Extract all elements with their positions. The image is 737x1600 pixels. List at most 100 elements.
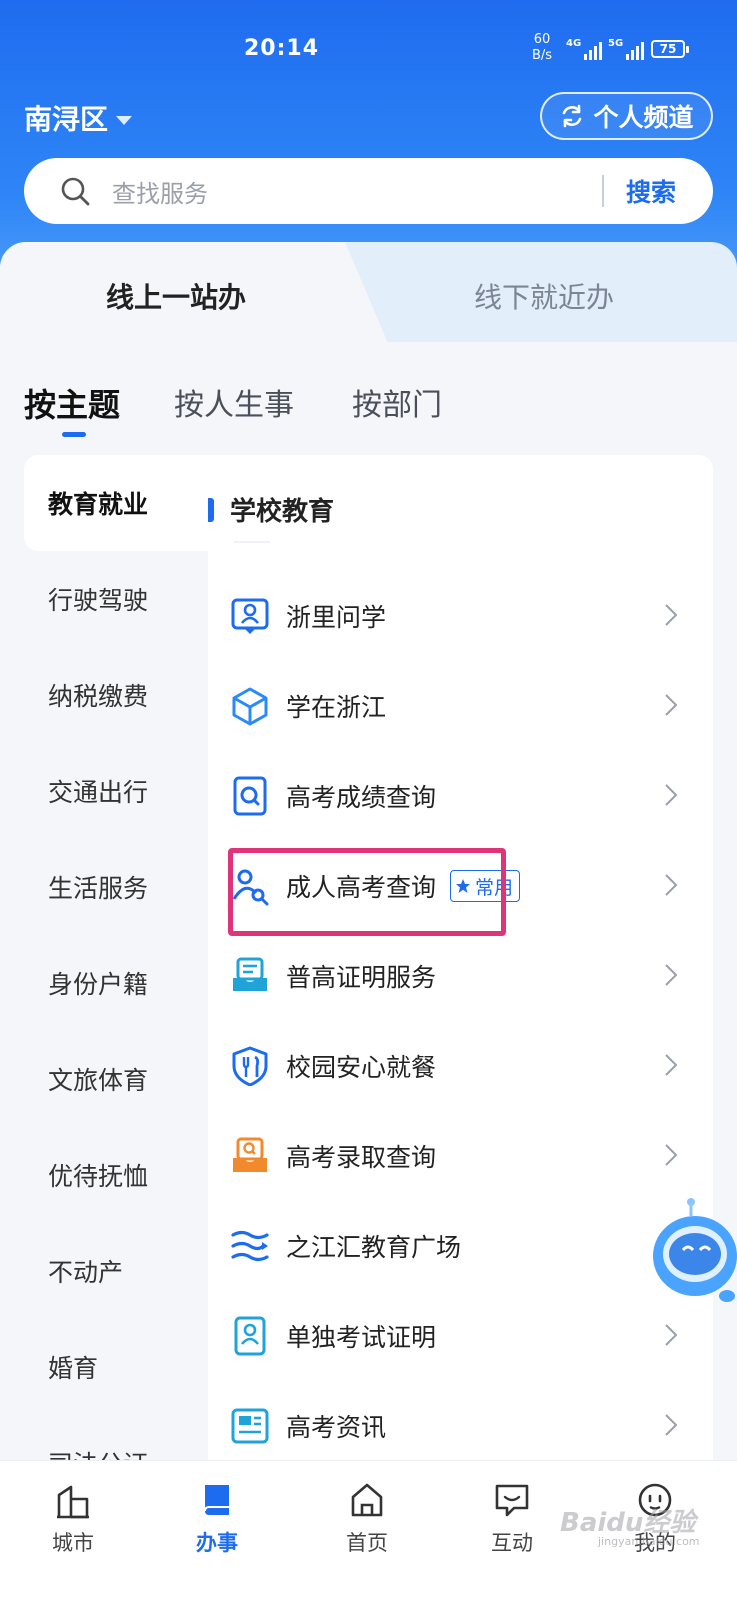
service-panel: 学校教育 浙里问学 学在浙江 高考成绩查询 成人高考查询 常用 普高证明服务 校… bbox=[208, 455, 713, 1485]
nav-label: 城市 bbox=[52, 1531, 94, 1555]
sidebar-item-label: 交通出行 bbox=[48, 778, 149, 807]
service-label: 之江汇教育广场 bbox=[286, 1233, 462, 1262]
baidu-watermark-url: jingyan.baidu.com bbox=[598, 1535, 700, 1548]
service-item-gaokao-score[interactable]: 高考成绩查询 bbox=[208, 750, 713, 840]
sim1-network-label: 4G bbox=[566, 38, 582, 49]
service-label: 普高证明服务 bbox=[286, 963, 437, 992]
service-item-gaokao-admission[interactable]: 高考录取查询 bbox=[208, 1110, 713, 1200]
book-icon bbox=[204, 1485, 229, 1515]
service-item-exam-certificate[interactable]: 单独考试证明 bbox=[208, 1290, 713, 1380]
service-label: 学在浙江 bbox=[286, 693, 387, 722]
sidebar-item-label: 优待抚恤 bbox=[48, 1162, 149, 1191]
sidebar-item-culture-sports[interactable]: 文旅体育 bbox=[0, 1031, 208, 1127]
signal-sim2-icon: 5G bbox=[608, 38, 645, 60]
shield-cutlery-icon bbox=[232, 1046, 268, 1086]
baidu-watermark: Baidu经验 bbox=[560, 1508, 696, 1538]
search-bar[interactable]: 查找服务 搜索 bbox=[24, 158, 713, 224]
search-input[interactable]: 查找服务 bbox=[112, 174, 208, 209]
signal-sim1-icon: 4G bbox=[566, 38, 603, 60]
nav-interaction[interactable]: 互动 bbox=[457, 1461, 567, 1600]
tab-by-theme[interactable]: 按主题 bbox=[24, 380, 120, 426]
sidebar-item-label: 生活服务 bbox=[48, 874, 149, 903]
person-card-icon bbox=[231, 598, 269, 634]
sidebar-item-education[interactable]: 教育就业 bbox=[24, 455, 208, 551]
tab-by-life-event[interactable]: 按人生事 bbox=[174, 380, 294, 424]
sidebar-item-label: 婚育 bbox=[48, 1354, 99, 1383]
tab-online[interactable]: 线上一站办 bbox=[106, 276, 246, 316]
nav-label: 互动 bbox=[491, 1531, 533, 1555]
chevron-right-icon bbox=[665, 1054, 678, 1076]
sidebar-item-label: 文旅体育 bbox=[48, 1066, 149, 1095]
service-label: 浙里问学 bbox=[286, 603, 387, 632]
section-header: 学校教育 bbox=[208, 491, 334, 528]
sidebar-item-household[interactable]: 身份户籍 bbox=[0, 935, 208, 1031]
district-label: 南浔区 bbox=[24, 103, 109, 136]
sidebar-item-tax[interactable]: 纳税缴费 bbox=[0, 647, 208, 743]
city-building-icon bbox=[57, 1485, 89, 1519]
search-button[interactable]: 搜索 bbox=[626, 173, 676, 209]
search-divider bbox=[602, 175, 604, 207]
sidebar-item-label: 身份户籍 bbox=[48, 970, 149, 999]
personal-channel-button[interactable]: 个人频道 bbox=[540, 92, 713, 140]
personal-channel-label: 个人频道 bbox=[593, 103, 694, 132]
nav-home[interactable]: 首页 bbox=[312, 1461, 422, 1600]
home-icon bbox=[351, 1483, 383, 1517]
service-item-campus-dining[interactable]: 校园安心就餐 bbox=[208, 1020, 713, 1110]
assistant-robot-icon[interactable] bbox=[645, 1198, 737, 1308]
mode-tabs: 线上一站办 线下就近办 bbox=[0, 242, 737, 348]
battery-icon: 75 bbox=[651, 40, 689, 58]
category-tab-indicator bbox=[62, 432, 86, 437]
nav-label: 办事 bbox=[196, 1531, 238, 1555]
sidebar-item-label: 不动产 bbox=[48, 1258, 124, 1287]
sidebar-item-real-estate[interactable]: 不动产 bbox=[0, 1223, 208, 1319]
nav-city[interactable]: 城市 bbox=[18, 1461, 128, 1600]
sidebar-item-label: 纳税缴费 bbox=[48, 682, 149, 711]
wave-lines-icon bbox=[231, 1230, 269, 1262]
service-label: 高考录取查询 bbox=[286, 1143, 437, 1172]
cube-icon bbox=[232, 687, 268, 726]
search-icon bbox=[61, 177, 90, 206]
service-label: 高考资讯 bbox=[286, 1413, 387, 1442]
annotation-highlight bbox=[228, 848, 506, 936]
section-accent-bar bbox=[208, 497, 214, 522]
chevron-right-icon bbox=[665, 1414, 678, 1436]
sim2-network-label: 5G bbox=[608, 38, 624, 49]
chevron-right-icon bbox=[665, 964, 678, 986]
document-search-icon bbox=[233, 776, 267, 816]
service-item-high-school-cert[interactable]: 普高证明服务 bbox=[208, 930, 713, 1020]
service-item-zheli-wenxue[interactable]: 浙里问学 bbox=[208, 570, 713, 660]
tab-by-department[interactable]: 按部门 bbox=[352, 380, 442, 424]
section-title: 学校教育 bbox=[230, 497, 335, 527]
chevron-right-icon bbox=[665, 604, 678, 626]
service-item-zhijianghui[interactable]: 之江汇教育广场 bbox=[208, 1200, 713, 1290]
chat-icon bbox=[495, 1484, 529, 1517]
envelope-search-icon bbox=[233, 1137, 267, 1172]
theme-sidebar: 教育就业 行驶驾驶 纳税缴费 交通出行 生活服务 身份户籍 文旅体育 优待抚恤 … bbox=[0, 455, 208, 1485]
news-icon bbox=[231, 1408, 269, 1444]
id-card-icon bbox=[234, 1316, 266, 1356]
sidebar-item-driving[interactable]: 行驶驾驶 bbox=[0, 551, 208, 647]
network-speed-value: 60 bbox=[533, 32, 551, 47]
certificate-tray-icon bbox=[233, 957, 267, 991]
status-time: 20:14 bbox=[244, 36, 320, 61]
chevron-right-icon bbox=[665, 784, 678, 806]
section-divider bbox=[234, 541, 270, 543]
service-item-xuezai-zhejiang[interactable]: 学在浙江 bbox=[208, 660, 713, 750]
caret-down-icon bbox=[116, 115, 133, 125]
tab-offline[interactable]: 线下就近办 bbox=[474, 276, 614, 316]
service-item-gaokao-news[interactable]: 高考资讯 bbox=[208, 1380, 713, 1470]
chevron-right-icon bbox=[665, 1144, 678, 1166]
nav-services[interactable]: 办事 bbox=[162, 1461, 272, 1600]
service-label: 高考成绩查询 bbox=[286, 783, 437, 812]
nav-label: 首页 bbox=[346, 1531, 388, 1555]
chevron-right-icon bbox=[665, 1324, 678, 1346]
sidebar-item-life-services[interactable]: 生活服务 bbox=[0, 839, 208, 935]
sidebar-item-label: 行驶驾驶 bbox=[48, 586, 149, 615]
sidebar-item-marriage[interactable]: 婚育 bbox=[0, 1319, 208, 1415]
sidebar-item-preferential[interactable]: 优待抚恤 bbox=[0, 1127, 208, 1223]
refresh-icon bbox=[563, 104, 582, 128]
sidebar-item-label: 教育就业 bbox=[48, 490, 149, 519]
status-bar: 20:14 60 B/s 4G 5G 75 bbox=[0, 0, 737, 92]
district-selector[interactable]: 南浔区 bbox=[24, 98, 133, 138]
sidebar-item-transport[interactable]: 交通出行 bbox=[0, 743, 208, 839]
